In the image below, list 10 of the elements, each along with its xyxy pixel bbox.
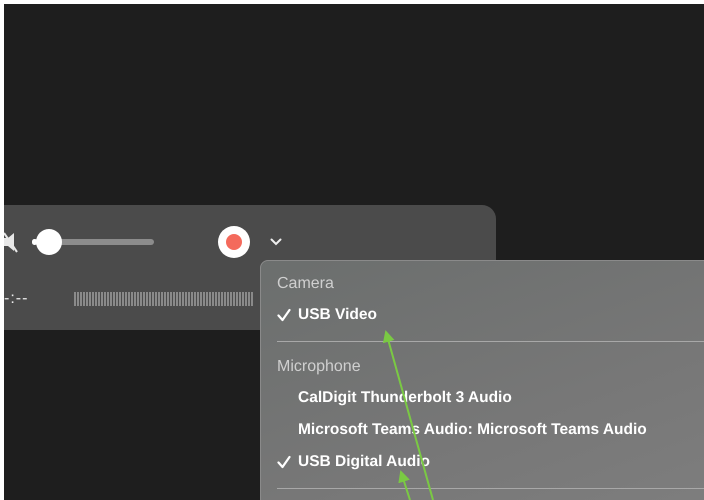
section-header: Camera (277, 274, 335, 294)
record-button[interactable] (218, 226, 250, 258)
volume-slider[interactable] (32, 229, 154, 255)
time-display: -:-- (4, 290, 28, 308)
section-header: Microphone (277, 357, 362, 377)
muted-speaker-icon[interactable] (4, 231, 18, 253)
chevron-down-icon[interactable] (270, 238, 282, 246)
slider-thumb[interactable] (36, 229, 62, 255)
menu-item-label: USB Video (298, 306, 377, 324)
menu-item[interactable]: USB Video (277, 299, 704, 331)
